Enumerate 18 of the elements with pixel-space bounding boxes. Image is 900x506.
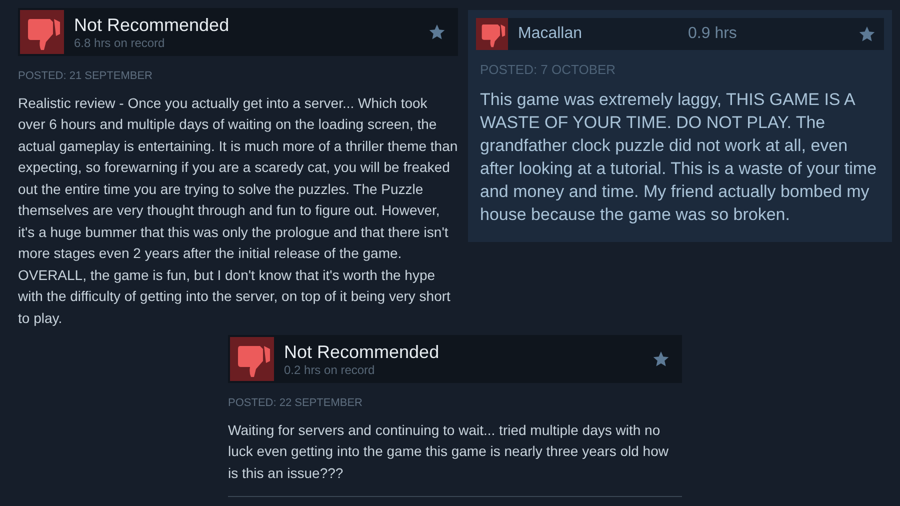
posted-date: POSTED: 22 SEPTEMBER xyxy=(228,396,364,411)
star-icon[interactable] xyxy=(652,350,670,368)
review-verdict: Not Recommended xyxy=(74,14,230,36)
star-icon[interactable] xyxy=(428,23,446,41)
review-text: This game was extremely laggy, THIS GAME IS A WASTE OF YOUR TIME. DO NOT PLAY. The grandfather clock puzzle did not work at all, even after looking at a tutorial. This is a waste of your time and money and time. My friend actually bombed my house because the game was so broken. xyxy=(480,88,878,226)
review-text: Waiting for servers and continuing to wait... tried multiple days with no luck even getting into the game this game is nearly three years old how is this an issue??? xyxy=(228,420,670,482)
thumbs-down-icon xyxy=(20,10,64,54)
playtime: 0.2 hrs on record xyxy=(284,363,376,377)
review-verdict: Not Recommended xyxy=(284,341,440,363)
playtime: 6.8 hrs on record xyxy=(74,36,166,50)
thumbs-down-icon xyxy=(230,337,274,381)
author-name: Macallan xyxy=(518,24,584,44)
review-text: Realistic review - Once you actually get into a server... Which took over 6 hours and multiple days of waiting on the loading screen, the actual gameplay is entertaining. It is much more of a thriller theme than expecting, so forewarning if you are a scaredy cat, you will be freaked out the entire time you are trying to solve the puzzles. The Puzzle themselves are very thought through and fun to figure out. However, it's a huge bummer that this was only the prologue and that there isn't more stages even 2 years after the initial release of the game. OVERALL, the game is fun, but I don't know that it's worth the hype with the difficulty of getting into the server, on top of it being very short to play. xyxy=(18,94,458,328)
star-icon[interactable] xyxy=(858,25,876,43)
thumbs-down-icon xyxy=(476,18,508,50)
posted-date: POSTED: 7 OCTOBER xyxy=(480,61,617,79)
playtime: 0.9 hrs xyxy=(688,24,738,44)
posted-date: POSTED: 21 SEPTEMBER xyxy=(18,69,154,84)
